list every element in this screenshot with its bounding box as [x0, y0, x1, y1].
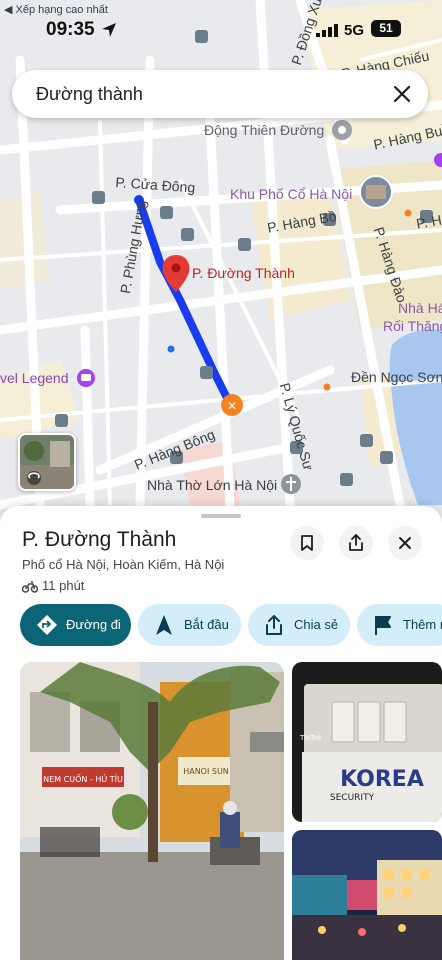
- security-text: SECURITY: [330, 793, 375, 803]
- close-icon: [399, 537, 411, 549]
- motorbike-icon: [21, 581, 39, 593]
- network-type: 5G: [344, 22, 365, 39]
- search-query[interactable]: Đường thành: [36, 84, 143, 105]
- selected-pin-label[interactable]: P. Đường Thành: [192, 265, 295, 281]
- share-icon-button[interactable]: [339, 526, 373, 560]
- navigation-arrow-icon: [156, 615, 172, 635]
- save-button[interactable]: [290, 526, 324, 560]
- place-address: Phố cổ Hà Nội, Hoàn Kiếm, Hà Nội: [22, 557, 225, 572]
- clock: 09:35: [46, 19, 95, 40]
- close-button[interactable]: [388, 526, 422, 560]
- travel-time-value: 11 phút: [42, 578, 85, 593]
- search-bar[interactable]: Đường thành: [12, 70, 428, 118]
- travel-time: 11 phút: [21, 578, 85, 593]
- sheet-drag-handle[interactable]: [201, 514, 241, 518]
- start-button[interactable]: Bắt đầu: [138, 604, 241, 646]
- svg-text:✕: ✕: [227, 399, 237, 413]
- poi-khu-pho-co[interactable]: Khu Phố Cổ Hà Nội: [230, 186, 352, 202]
- clear-search-icon[interactable]: [390, 82, 414, 106]
- battery-icon: 51: [371, 20, 401, 37]
- place-photo-2[interactable]: KOREA SECURITY TikTok: [292, 662, 442, 822]
- poi-level-legend[interactable]: vel Legend: [0, 370, 69, 386]
- more-label: Thêm n: [403, 617, 442, 632]
- directions-icon: [37, 615, 57, 635]
- place-photo-3[interactable]: [292, 830, 442, 960]
- location-arrow-icon: [102, 23, 116, 37]
- signal-icon: [316, 24, 338, 37]
- start-label: Bắt đầu: [184, 617, 229, 632]
- back-to-app[interactable]: ◀ Xếp hạng cao nhất: [4, 3, 108, 16]
- status-bar: ◀ Xếp hạng cao nhất 09:35 5G 51: [0, 0, 442, 56]
- place-sheet: P. Đường Thành Phố cổ Hà Nội, Hoàn Kiếm,…: [0, 506, 442, 960]
- poi-nha-hat[interactable]: Nhà Hát: [398, 300, 442, 316]
- share-button[interactable]: Chia sẻ: [248, 604, 350, 646]
- place-photo-main[interactable]: NEM CUỐN - HỦ TÍU HANOI SUN: [20, 662, 284, 960]
- poi-roi-thang[interactable]: Rối Thăng: [383, 318, 442, 334]
- poi-nha-tho-lon[interactable]: Nhà Thờ Lớn Hà Nội: [147, 477, 277, 493]
- more-button[interactable]: Thêm n: [357, 604, 442, 646]
- share-icon: [349, 534, 363, 551]
- share-icon: [266, 615, 282, 635]
- directions-button[interactable]: Đường đi: [20, 604, 131, 646]
- korea-text: KOREA: [340, 767, 424, 792]
- place-title: P. Đường Thành: [22, 528, 177, 551]
- bookmark-icon: [301, 535, 313, 551]
- poi-den-ngoc-son[interactable]: Đền Ngọc Sơn: [351, 369, 442, 385]
- flag-icon: [375, 616, 391, 635]
- poi-dong-thien-duong[interactable]: Động Thiên Đường: [204, 122, 324, 138]
- share-label: Chia sẻ: [294, 617, 339, 632]
- street-view-thumbnail[interactable]: [18, 433, 76, 491]
- hanoi-sun-sign: HANOI SUN: [183, 767, 229, 776]
- tiktok-watermark: TikTok: [299, 734, 322, 742]
- directions-label: Đường đi: [66, 617, 121, 632]
